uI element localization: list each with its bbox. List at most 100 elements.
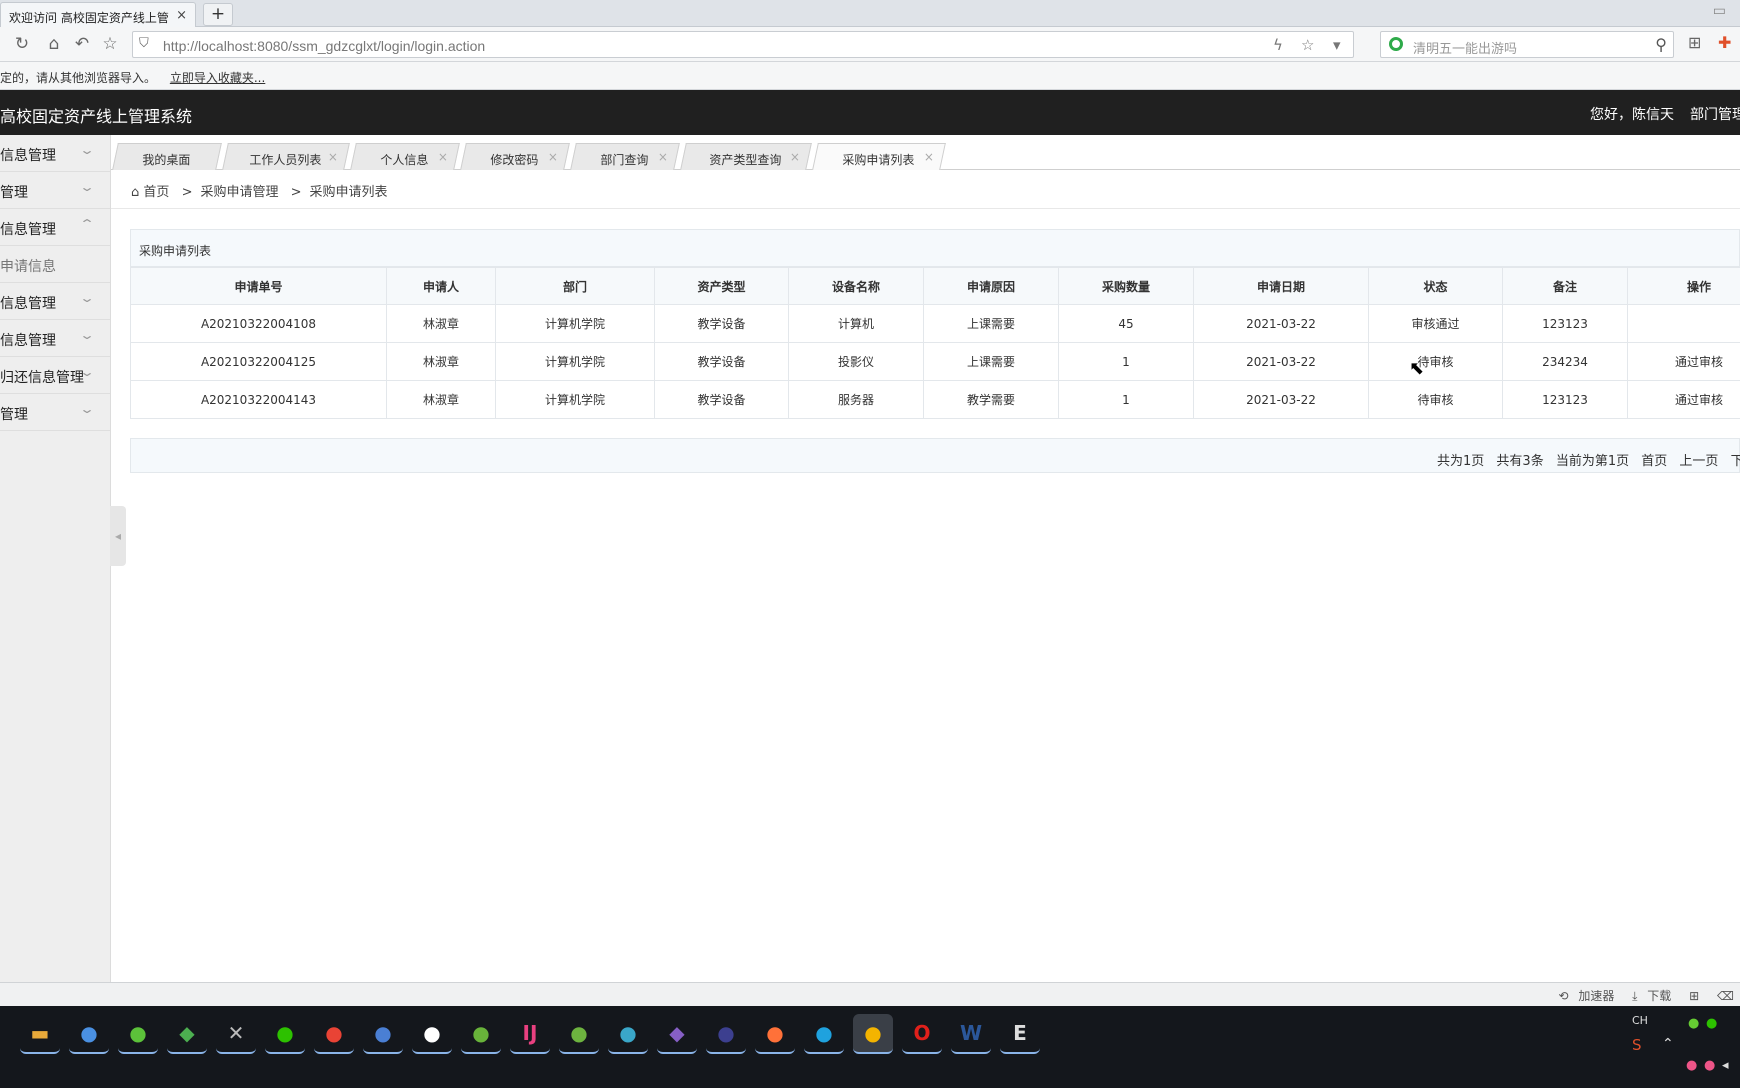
tab-asset-type-query[interactable]: 资产类型查询 ×: [680, 143, 812, 170]
download-icon[interactable]: ⤓: [1632, 989, 1637, 1003]
pager-prev-link[interactable]: 上一页: [1679, 454, 1718, 469]
tray-app-icon[interactable]: ●: [1704, 1058, 1715, 1073]
cell-status: 待审核: [1368, 342, 1503, 381]
divider: [111, 208, 1740, 209]
refresh-icon[interactable]: ↻: [10, 33, 34, 55]
browser-tab[interactable]: 欢迎访问 高校固定资产线上管 ×: [0, 2, 196, 27]
home-icon[interactable]: ⌂: [42, 33, 66, 55]
wechat-tray-icon[interactable]: ●: [1706, 1016, 1717, 1031]
trash-icon[interactable]: ⌫: [1717, 989, 1734, 1003]
chromium-icon[interactable]: ●: [363, 1014, 403, 1054]
spring-icon[interactable]: ●: [559, 1014, 599, 1054]
chevron-down-icon: ⌄: [78, 291, 96, 305]
tab-desktop[interactable]: 我的桌面: [112, 143, 222, 170]
tab-change-password[interactable]: 修改密码 ×: [460, 143, 570, 170]
sidebar-item[interactable]: 信息管理 ⌄: [0, 283, 110, 320]
accelerator-label[interactable]: 加速器: [1578, 989, 1614, 1003]
pager-next-link[interactable]: 下: [1731, 454, 1740, 469]
add-icon[interactable]: ⊞: [1689, 989, 1699, 1003]
sidebar-item[interactable]: 管理 ⌄: [0, 172, 110, 209]
lightning-icon[interactable]: ϟ: [1273, 36, 1283, 54]
edge-icon[interactable]: ●: [804, 1014, 844, 1054]
search-input[interactable]: 清明五一能出游吗: [1413, 38, 1517, 57]
cell-device-name: 投影仪: [788, 342, 924, 381]
360-browser-icon[interactable]: ●: [118, 1014, 158, 1054]
leaf-app-icon[interactable]: ●: [461, 1014, 501, 1054]
dropdown-icon[interactable]: ▾: [1333, 36, 1341, 54]
sidebar-item-label: 管理: [0, 407, 28, 423]
close-icon[interactable]: ×: [658, 150, 668, 164]
tab-department-query[interactable]: 部门查询 ×: [570, 143, 680, 170]
tools-icon[interactable]: ✕: [216, 1014, 256, 1054]
speedbrowser-icon[interactable]: ●: [853, 1014, 893, 1054]
close-icon[interactable]: ×: [924, 150, 934, 164]
column-header: 申请原因: [923, 267, 1059, 305]
chevron-up-icon[interactable]: ⌃: [1662, 1036, 1674, 1052]
import-bookmarks-link[interactable]: 立即导入收藏夹...: [170, 71, 265, 85]
mysql-icon[interactable]: ●: [608, 1014, 648, 1054]
download-label[interactable]: 下载: [1647, 989, 1671, 1003]
url-text[interactable]: http://localhost:8080/ssm_gdzcglxt/login…: [163, 38, 485, 54]
accelerator-icon[interactable]: ⟲: [1558, 989, 1568, 1003]
sidebar-item[interactable]: 归还信息管理 ⌄: [0, 357, 110, 394]
close-icon[interactable]: ×: [790, 150, 800, 164]
extensions-icon[interactable]: ⊞: [1688, 33, 1701, 52]
sidebar-item-expanded[interactable]: 信息管理 ⌃: [0, 209, 110, 246]
sidebar-item-label: 归还信息管理: [0, 370, 84, 386]
cell-date: 2021-03-22: [1193, 304, 1369, 343]
sogou-icon[interactable]: S: [1632, 1036, 1642, 1054]
address-bar[interactable]: ⛉ http://localhost:8080/ssm_gdzcglxt/log…: [132, 31, 1354, 58]
wechat-icon[interactable]: ●: [265, 1014, 305, 1054]
intellij-icon[interactable]: IJ: [510, 1014, 550, 1054]
breadcrumb-level1[interactable]: 采购申请管理: [200, 185, 278, 200]
tab-staff-list[interactable]: 工作人员列表 ×: [222, 143, 350, 170]
approve-link[interactable]: 通过审核: [1627, 380, 1740, 419]
chrome-icon[interactable]: ●: [314, 1014, 354, 1054]
search-icon[interactable]: ⚲: [1655, 35, 1667, 54]
window-controls-icon[interactable]: ▭: [1713, 3, 1726, 19]
new-tab-button[interactable]: +: [203, 3, 233, 26]
word-icon[interactable]: W: [951, 1014, 991, 1054]
user-role[interactable]: 部门管理: [1690, 104, 1740, 124]
cell-date: 2021-03-22: [1193, 380, 1369, 419]
opera-icon[interactable]: O: [902, 1014, 942, 1054]
sidebar-item[interactable]: 管理 ⌄: [0, 394, 110, 431]
globe-icon[interactable]: ●: [69, 1014, 109, 1054]
database-tool-icon[interactable]: ◆: [167, 1014, 207, 1054]
file-explorer-icon[interactable]: ▬: [20, 1014, 60, 1054]
bookmark-notice: 定的，请从其他浏览器导入。: [0, 71, 157, 85]
approve-link[interactable]: 通过审核: [1627, 342, 1740, 381]
sidebar-item[interactable]: 信息管理 ⌄: [0, 320, 110, 357]
game-icon[interactable]: ✚: [1718, 33, 1731, 52]
back-icon[interactable]: ↶: [70, 33, 94, 55]
page-tabbar: 我的桌面 工作人员列表 × 个人信息 × 修改密码 × 部门查询 × 资产类型查询 × 采…: [111, 141, 1740, 170]
volume-icon[interactable]: ◂: [1722, 1058, 1729, 1073]
breadcrumb-home[interactable]: 首页: [143, 185, 169, 200]
sidebar-collapse-button[interactable]: ◂: [110, 506, 126, 566]
favorite-icon[interactable]: ☆: [98, 33, 122, 55]
tray-app-icon[interactable]: ●: [1688, 1016, 1699, 1031]
pagination: 共为1页 共有3条 当前为第1页 首页 上一页 下: [130, 438, 1740, 473]
tab-personal-info[interactable]: 个人信息 ×: [350, 143, 460, 170]
sidebar-item-label: 信息管理: [0, 333, 56, 349]
bookmark-star-icon[interactable]: ☆: [1301, 36, 1314, 54]
editor-icon[interactable]: E: [1000, 1014, 1040, 1054]
firefox-icon[interactable]: ●: [755, 1014, 795, 1054]
tray-app-icon[interactable]: ●: [1686, 1058, 1697, 1073]
input-language[interactable]: CH: [1632, 1014, 1648, 1027]
eclipse-icon[interactable]: ●: [706, 1014, 746, 1054]
taskbar: ▬ ● ● ◆ ✕ ● ● ● ● ● IJ ● ● ◆ ● ● ● ● O W E CH S ⌃ ● ● ● ● ◂: [0, 1006, 1740, 1088]
sidebar-subitem[interactable]: 申请信息: [0, 246, 110, 283]
close-icon[interactable]: ×: [438, 150, 448, 164]
close-icon[interactable]: ×: [176, 8, 187, 23]
qq-icon[interactable]: ●: [412, 1014, 452, 1054]
close-icon[interactable]: ×: [548, 150, 558, 164]
cell-action: [1627, 304, 1740, 343]
cell-reason: 上课需要: [923, 304, 1059, 343]
pager-first-link[interactable]: 首页: [1641, 454, 1667, 469]
tab-purchase-request-list[interactable]: 采购申请列表 ×: [812, 143, 946, 170]
visual-studio-icon[interactable]: ◆: [657, 1014, 697, 1054]
search-box[interactable]: 清明五一能出游吗 ⚲: [1380, 31, 1674, 58]
sidebar-item[interactable]: 信息管理 ⌄: [0, 135, 110, 172]
close-icon[interactable]: ×: [328, 150, 338, 164]
